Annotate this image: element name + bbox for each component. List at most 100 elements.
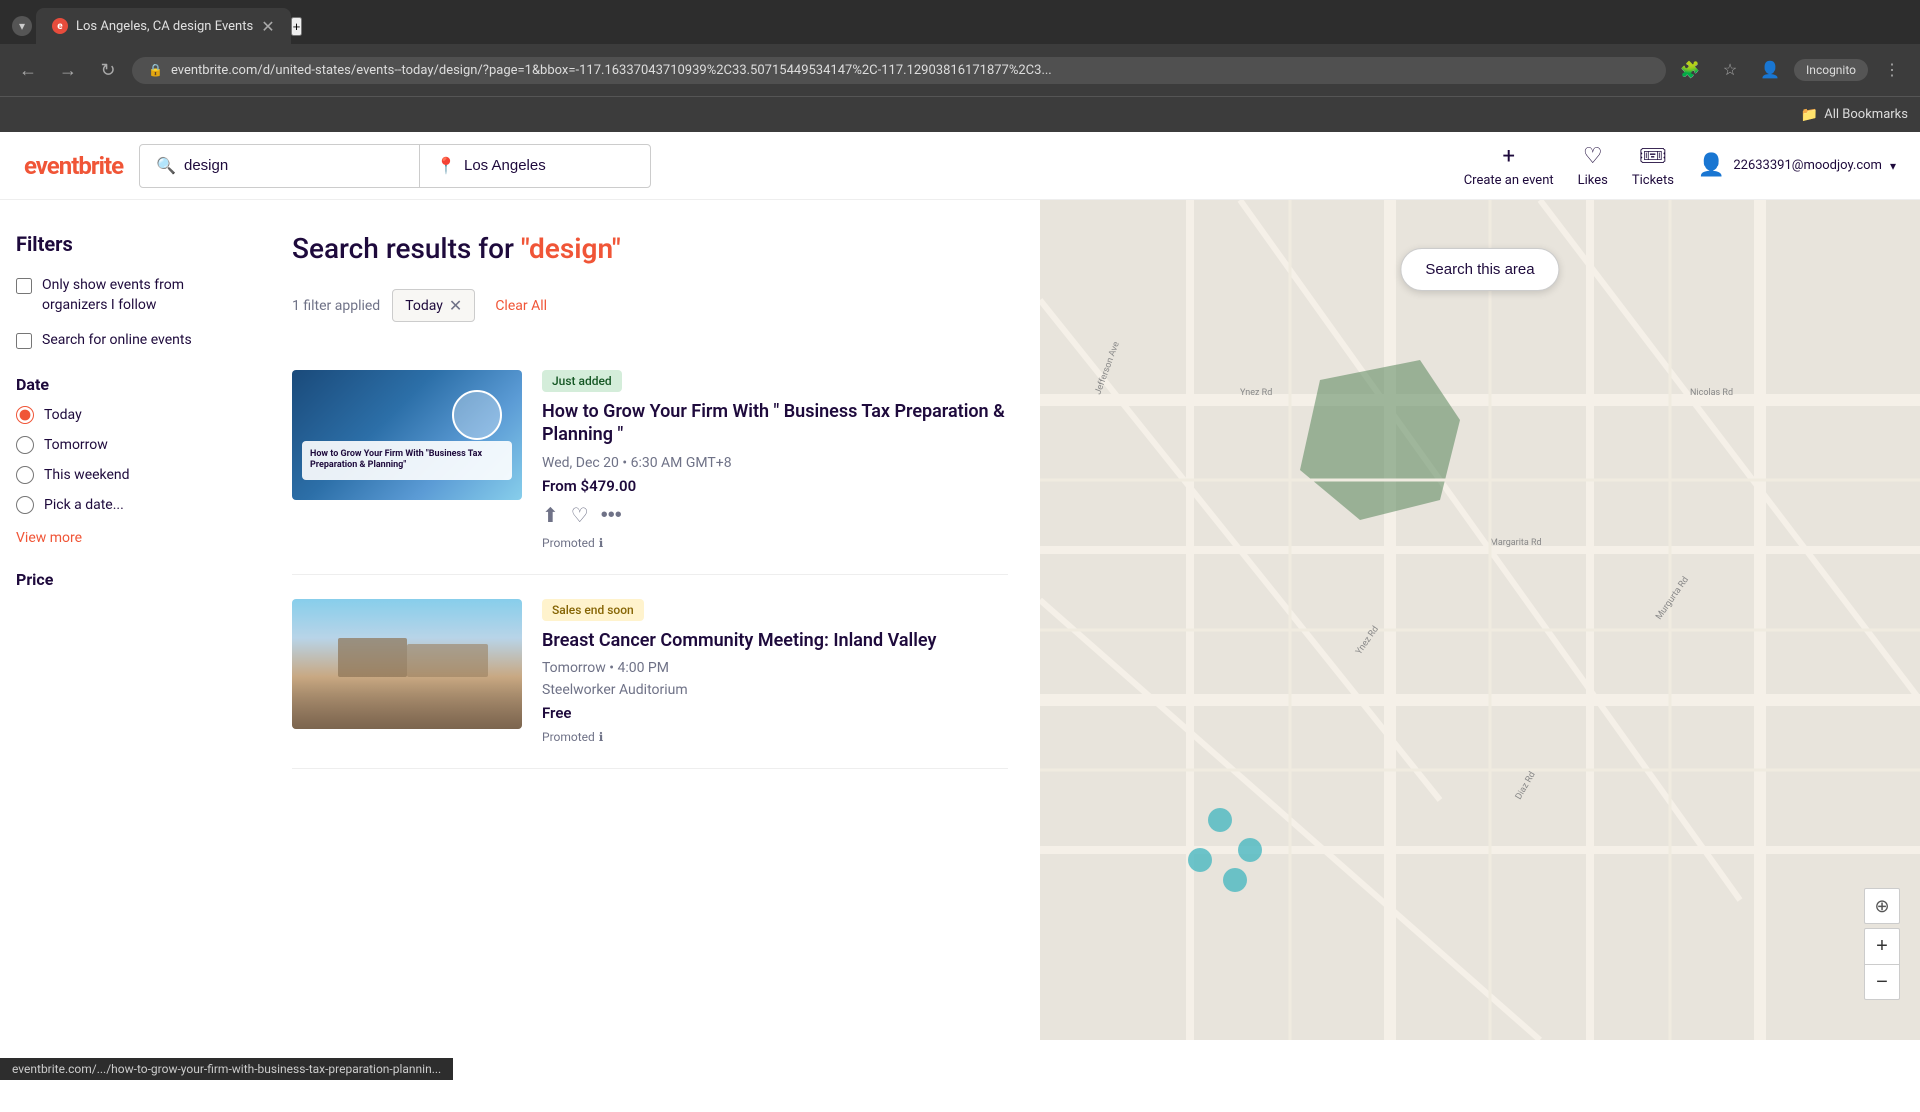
date-filter-title: Date xyxy=(16,375,244,394)
event-card: How to Grow Your Firm With "Business Tax… xyxy=(292,346,1008,575)
profile-button[interactable]: 👤 xyxy=(1754,54,1786,86)
eventbrite-logo[interactable]: eventbrite xyxy=(24,152,123,180)
organizers-follow-input[interactable] xyxy=(16,278,32,294)
eventbrite-page: eventbrite 🔍 📍 + Create an event ♡ Likes… xyxy=(0,132,1920,1112)
all-bookmarks[interactable]: 📁 All Bookmarks xyxy=(1801,107,1908,123)
user-menu[interactable]: 👤 22633391@moodjoy.com ▾ xyxy=(1698,153,1896,178)
event-card: Sales end soon Breast Cancer Community M… xyxy=(292,575,1008,769)
more-button[interactable]: ••• xyxy=(601,504,622,527)
events-list: How to Grow Your Firm With "Business Tax… xyxy=(292,346,1008,769)
svg-text:Margarita Rd: Margarita Rd xyxy=(1490,538,1542,548)
forward-button[interactable]: → xyxy=(52,54,84,86)
clear-all-button[interactable]: Clear All xyxy=(495,298,547,314)
date-tomorrow[interactable]: Tomorrow xyxy=(16,436,244,454)
likes-button[interactable]: ♡ Likes xyxy=(1578,144,1608,188)
event-title[interactable]: Breast Cancer Community Meeting: Inland … xyxy=(542,629,1008,652)
location-input-wrapper[interactable]: 📍 xyxy=(420,145,650,187)
incognito-badge: Incognito xyxy=(1794,59,1868,81)
search-box: 🔍 📍 xyxy=(139,144,651,188)
svg-text:Ynez Rd: Ynez Rd xyxy=(1240,388,1272,398)
info-icon[interactable]: ℹ xyxy=(599,536,604,550)
status-bar: eventbrite.com/.../how-to-grow-your-firm… xyxy=(0,1058,453,1080)
date-pick-radio[interactable] xyxy=(16,496,34,514)
event-venue: Steelworker Auditorium xyxy=(542,682,1008,698)
active-filter-label: Today xyxy=(405,298,443,314)
tab-title: Los Angeles, CA design Events xyxy=(76,19,253,34)
search-results-title: Search results for "design" xyxy=(292,232,1008,265)
event-info: Just added How to Grow Your Firm With " … xyxy=(542,370,1008,550)
date-tomorrow-label: Tomorrow xyxy=(44,437,108,453)
price-filter-group: Price xyxy=(16,570,244,589)
filters-bar: 1 filter applied Today ✕ Clear All xyxy=(292,289,1008,322)
promoted-badge: Promoted ℹ xyxy=(542,536,1008,550)
browser-actions: 🧩 ☆ 👤 Incognito ⋮ xyxy=(1674,54,1908,86)
date-pick[interactable]: Pick a date... xyxy=(16,496,244,514)
bookmark-button[interactable]: ☆ xyxy=(1714,54,1746,86)
status-url: eventbrite.com/.../how-to-grow-your-firm… xyxy=(12,1062,441,1076)
tab-bar: ▾ e Los Angeles, CA design Events ✕ + xyxy=(0,0,1920,44)
info-icon[interactable]: ℹ xyxy=(599,730,604,744)
extensions-button[interactable]: 🧩 xyxy=(1674,54,1706,86)
create-event-button[interactable]: + Create an event xyxy=(1464,144,1554,188)
search-query-display: "design" xyxy=(521,232,621,265)
event-price: Free xyxy=(542,704,1008,722)
my-location-button[interactable]: ⊕ xyxy=(1864,888,1900,924)
date-tomorrow-radio[interactable] xyxy=(16,436,34,454)
filter-count: 1 filter applied xyxy=(292,298,380,314)
tab-close-button[interactable]: ✕ xyxy=(261,17,274,36)
date-weekend[interactable]: This weekend xyxy=(16,466,244,484)
url-display: eventbrite.com/d/united-states/events--t… xyxy=(171,63,1650,78)
tab-list-icon[interactable]: ▾ xyxy=(12,16,32,36)
search-input-wrapper[interactable]: 🔍 xyxy=(140,145,420,187)
event-image[interactable]: How to Grow Your Firm With "Business Tax… xyxy=(292,370,522,500)
location-input[interactable] xyxy=(464,157,634,174)
organizers-follow-label: Only show events from organizers I follo… xyxy=(42,276,244,315)
back-button[interactable]: ← xyxy=(12,54,44,86)
refresh-button[interactable]: ↻ xyxy=(92,54,124,86)
date-weekend-radio[interactable] xyxy=(16,466,34,484)
remove-filter-button[interactable]: ✕ xyxy=(449,296,462,315)
date-today-label: Today xyxy=(44,407,82,423)
user-icon: 👤 xyxy=(1698,153,1725,178)
like-button[interactable]: ♡ xyxy=(571,503,589,528)
event-price: From $479.00 xyxy=(542,477,1008,495)
map-container[interactable]: Jefferson Ave Ynez Rd Margarita Rd Nicol… xyxy=(1040,200,1920,1040)
share-button[interactable]: ⬆ xyxy=(542,503,559,528)
search-icon: 🔍 xyxy=(156,156,176,175)
date-today[interactable]: Today xyxy=(16,406,244,424)
event-image[interactable] xyxy=(292,599,522,729)
promoted-label: Promoted xyxy=(542,730,595,744)
date-pick-label: Pick a date... xyxy=(44,497,124,513)
date-today-radio[interactable] xyxy=(16,406,34,424)
zoom-controls: + − xyxy=(1864,928,1900,1000)
filter-group-checkboxes: Only show events from organizers I follo… xyxy=(16,276,244,351)
site-header: eventbrite 🔍 📍 + Create an event ♡ Likes… xyxy=(0,132,1920,200)
map-panel: Jefferson Ave Ynez Rd Margarita Rd Nicol… xyxy=(1040,200,1920,1040)
search-this-area-button[interactable]: Search this area xyxy=(1400,248,1559,291)
tab-favicon: e xyxy=(52,18,68,34)
event-title[interactable]: How to Grow Your Firm With " Business Ta… xyxy=(542,400,1008,447)
tickets-button[interactable]: 🎟 Tickets xyxy=(1632,144,1674,188)
online-events-checkbox[interactable]: Search for online events xyxy=(16,331,244,351)
address-bar[interactable]: 🔒 eventbrite.com/d/united-states/events-… xyxy=(132,57,1666,84)
location-target-icon: ⊕ xyxy=(1874,896,1889,917)
event-info: Sales end soon Breast Cancer Community M… xyxy=(542,599,1008,744)
promoted-badge: Promoted ℹ xyxy=(542,730,1008,744)
plus-icon: + xyxy=(1502,144,1514,169)
browser-window: ▾ e Los Angeles, CA design Events ✕ + ← … xyxy=(0,0,1920,132)
menu-button[interactable]: ⋮ xyxy=(1876,54,1908,86)
zoom-out-button[interactable]: − xyxy=(1864,964,1900,1000)
active-tab[interactable]: e Los Angeles, CA design Events ✕ xyxy=(36,8,291,44)
online-events-input[interactable] xyxy=(16,333,32,349)
event-badge: Just added xyxy=(542,370,622,392)
new-tab-button[interactable]: + xyxy=(291,17,303,36)
active-filter-chip[interactable]: Today ✕ xyxy=(392,289,475,322)
map-svg: Jefferson Ave Ynez Rd Margarita Rd Nicol… xyxy=(1040,200,1920,1040)
zoom-in-button[interactable]: + xyxy=(1864,928,1900,964)
ticket-icon: 🎟 xyxy=(1639,144,1667,169)
header-actions: + Create an event ♡ Likes 🎟 Tickets 👤 22… xyxy=(1464,144,1896,188)
date-view-more[interactable]: View more xyxy=(16,530,82,546)
search-input[interactable] xyxy=(184,157,403,174)
date-filter-group: Date Today Tomorrow This weekend Pick a … xyxy=(16,375,244,546)
organizers-follow-checkbox[interactable]: Only show events from organizers I follo… xyxy=(16,276,244,315)
